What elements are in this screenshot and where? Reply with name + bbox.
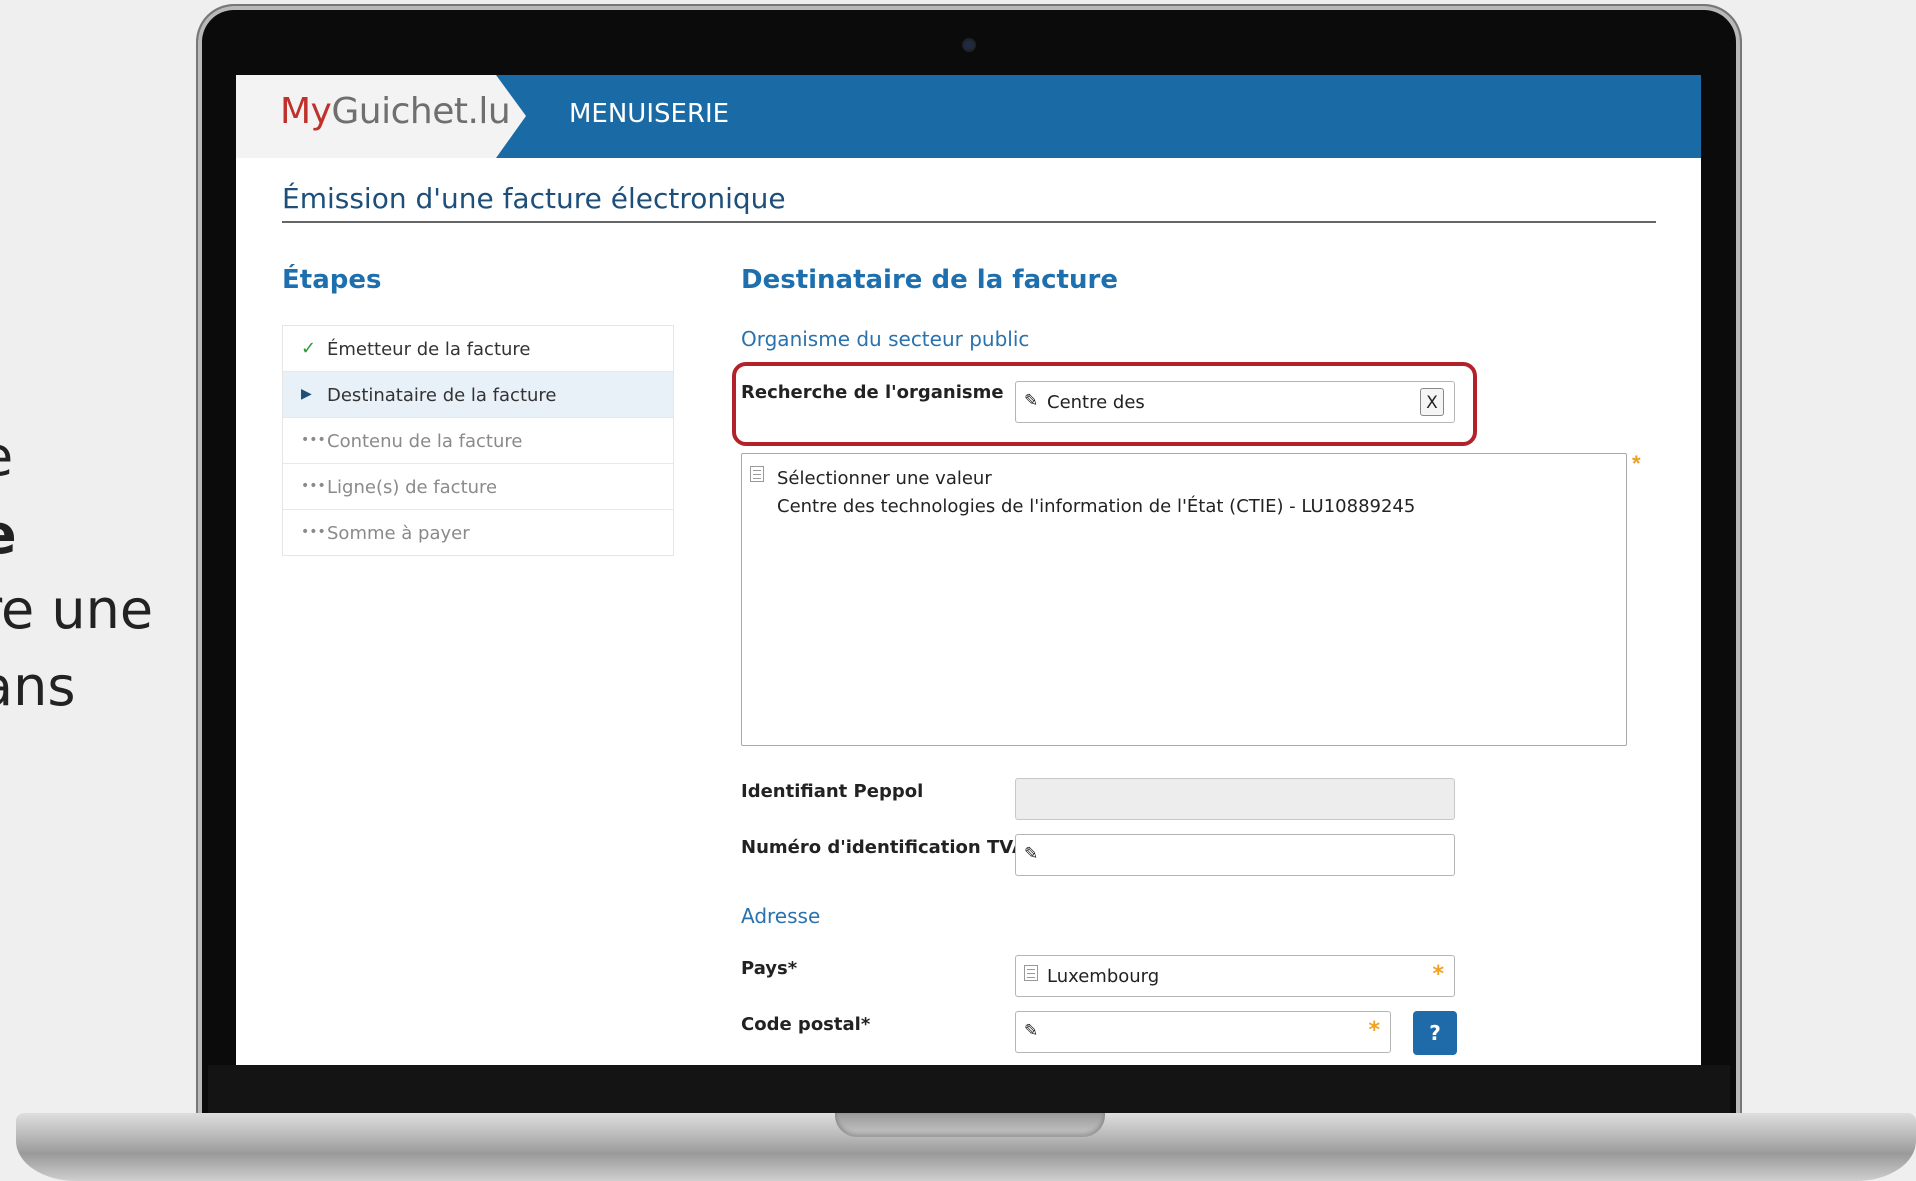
- app-name: MENUISERIE: [569, 99, 730, 129]
- tva-field[interactable]: ✎: [1015, 834, 1455, 876]
- step-label: Émetteur de la facture: [327, 339, 531, 360]
- step-item-destinataire[interactable]: ▶ Destinataire de la facture: [283, 372, 673, 418]
- required-mark: *: [1432, 962, 1444, 987]
- country-select[interactable]: Luxembourg *: [1015, 955, 1455, 997]
- logo-rest: Guichet.lu: [331, 91, 511, 132]
- peppol-field: [1015, 778, 1455, 820]
- side-text-line-2: e: [0, 503, 17, 566]
- side-text-line-4: ans: [0, 655, 76, 718]
- logo-my: My: [280, 91, 332, 132]
- ellipsis-icon: •••: [301, 524, 326, 540]
- organism-listbox[interactable]: Sélectionner une valeur Centre des techn…: [741, 453, 1627, 746]
- list-option-ctie[interactable]: Centre des technologies de l'information…: [777, 496, 1415, 517]
- country-value: Luxembourg: [1047, 966, 1160, 987]
- pencil-icon: ✎: [1024, 391, 1039, 411]
- search-input[interactable]: ✎ Centre des X: [1015, 381, 1455, 423]
- step-label: Destinataire de la facture: [327, 385, 557, 406]
- postal-label: Code postal*: [741, 1014, 871, 1035]
- step-item-contenu: ••• Contenu de la facture: [283, 418, 673, 464]
- step-item-somme: ••• Somme à payer: [283, 510, 673, 555]
- ellipsis-icon: •••: [301, 478, 326, 494]
- help-button[interactable]: ?: [1413, 1011, 1457, 1055]
- pencil-icon: ✎: [1024, 844, 1039, 864]
- app-screen: MyGuichet.lu MENUISERIE Émission d'une f…: [236, 75, 1701, 1065]
- logo-area: MyGuichet.lu: [236, 75, 526, 158]
- search-label: Recherche de l'organisme: [741, 382, 1004, 403]
- top-bar: MyGuichet.lu MENUISERIE: [236, 75, 1701, 158]
- step-label: Contenu de la facture: [327, 431, 523, 452]
- required-mark: *: [1368, 1018, 1380, 1043]
- subsection-public: Organisme du secteur public: [741, 327, 1030, 351]
- tva-label: Numéro d'identification TVA: [741, 837, 1026, 858]
- ellipsis-icon: •••: [301, 432, 326, 448]
- list-icon: [1024, 965, 1038, 981]
- subsection-address: Adresse: [741, 904, 821, 928]
- step-item-emetteur[interactable]: ✓ Émetteur de la facture: [283, 326, 673, 372]
- step-label: Ligne(s) de facture: [327, 477, 498, 498]
- page-title: Émission d'une facture électronique: [282, 182, 786, 215]
- steps-title: Étapes: [282, 265, 382, 295]
- laptop-bezel: [208, 1065, 1730, 1115]
- search-value: Centre des: [1047, 392, 1145, 413]
- postal-field[interactable]: ✎ *: [1015, 1011, 1391, 1053]
- required-mark: *: [1632, 451, 1641, 476]
- check-icon: ✓: [301, 338, 317, 359]
- pencil-icon: ✎: [1024, 1021, 1039, 1041]
- step-item-lignes: ••• Ligne(s) de facture: [283, 464, 673, 510]
- laptop-notch: [835, 1113, 1105, 1137]
- country-label: Pays*: [741, 958, 798, 979]
- side-text-line-3: re une: [0, 578, 154, 641]
- title-divider: [282, 221, 1656, 223]
- logo[interactable]: MyGuichet.lu: [280, 91, 511, 132]
- side-text-line-1: e: [0, 425, 13, 488]
- step-label: Somme à payer: [327, 523, 470, 544]
- steps-list: ✓ Émetteur de la facture ▶ Destinataire …: [282, 325, 674, 556]
- list-icon: [750, 466, 764, 482]
- section-title: Destinataire de la facture: [741, 265, 1118, 295]
- clear-button[interactable]: X: [1420, 388, 1444, 416]
- camera-icon: [964, 40, 974, 50]
- caret-right-icon: ▶: [301, 386, 312, 402]
- peppol-label: Identifiant Peppol: [741, 781, 924, 802]
- list-placeholder-option[interactable]: Sélectionner une valeur: [777, 468, 992, 489]
